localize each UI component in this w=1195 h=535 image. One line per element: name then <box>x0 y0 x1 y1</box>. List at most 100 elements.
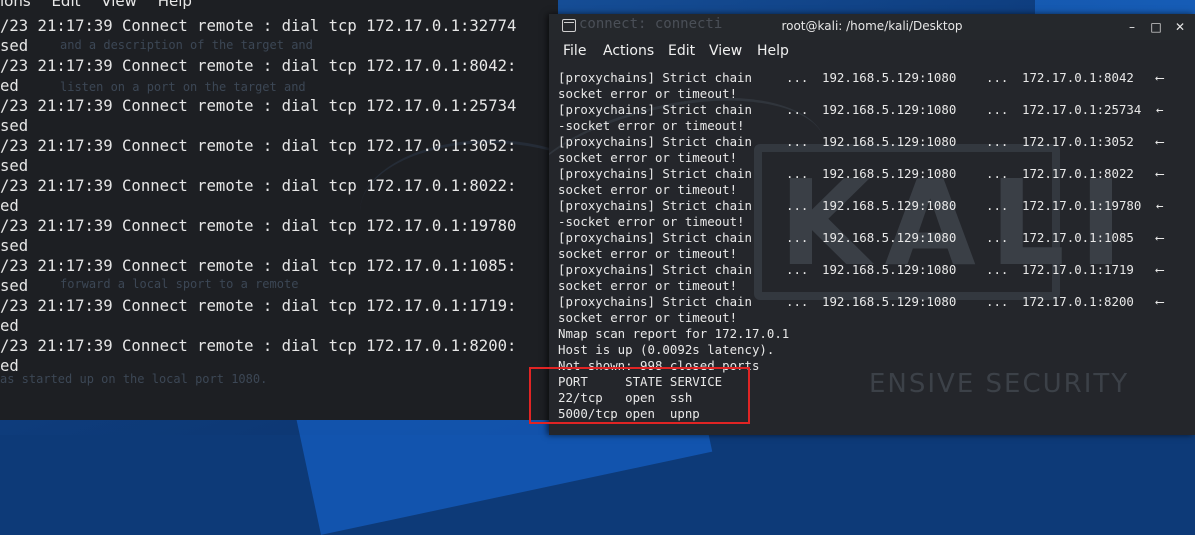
arrow-icon: ⟵ <box>1156 262 1164 277</box>
minimize-icon[interactable]: – <box>1125 20 1139 34</box>
chain-dots: ... <box>786 102 809 117</box>
chain-dots: ... <box>986 102 1009 117</box>
chain-dots: ... <box>986 198 1009 213</box>
output-line: ed <box>0 77 19 95</box>
chain-dots: ... <box>786 262 809 277</box>
chain-label: [proxychains] Strict chain <box>558 134 752 149</box>
output-line: /23 21:17:39 Connect remote : dial tcp 1… <box>0 217 517 235</box>
proxy-address: 192.168.5.129:1080 <box>822 294 957 309</box>
output-line: sed <box>0 37 29 55</box>
error-line: socket error or timeout! <box>558 86 738 101</box>
error-line: socket error or timeout! <box>558 278 738 293</box>
menu-edit[interactable]: Edit <box>668 43 695 59</box>
chain-dots: ... <box>786 230 809 245</box>
menu-actions[interactable]: ions <box>0 0 31 10</box>
error-line: -socket error or timeout! <box>558 214 745 229</box>
chain-line: [proxychains] Strict chain... 192.168.5.1… <box>558 166 1195 182</box>
chain-dots: ... <box>986 262 1009 277</box>
chain-label: [proxychains] Strict chain <box>558 70 752 85</box>
target-address: 172.17.0.1:1085 <box>1022 230 1134 245</box>
left-terminal-window[interactable]: ions Edit View Help and a description of… <box>0 0 558 420</box>
menu-actions[interactable]: Actions <box>603 43 654 59</box>
chain-line: [proxychains] Strict chain... 192.168.5.1… <box>558 294 1195 310</box>
chain-line: [proxychains] Strict chain... 192.168.5.1… <box>558 198 1195 214</box>
proxy-address: 192.168.5.129:1080 <box>822 166 957 181</box>
chain-label: [proxychains] Strict chain <box>558 294 752 309</box>
output-line: /23 21:17:39 Connect remote : dial tcp 1… <box>0 297 517 315</box>
proxy-address: 192.168.5.129:1080 <box>822 102 957 117</box>
chain-line: [proxychains] Strict chain... 192.168.5.1… <box>558 70 1195 86</box>
output-line: ed <box>0 197 19 215</box>
scrollbar[interactable] <box>1190 70 1194 430</box>
chain-label: [proxychains] Strict chain <box>558 230 752 245</box>
arrow-icon: ⟵ <box>1156 294 1164 309</box>
chain-line: [proxychains] Strict chain... 192.168.5.1… <box>558 134 1195 150</box>
menu-view[interactable]: View <box>709 43 742 59</box>
arrow-icon: ⟵ <box>1156 166 1164 181</box>
chain-dots: ... <box>786 70 809 85</box>
chain-line: [proxychains] Strict chain... 192.168.5.1… <box>558 230 1195 246</box>
output-line: ed <box>0 317 19 335</box>
chain-dots: ... <box>986 134 1009 149</box>
proxy-address: 192.168.5.129:1080 <box>822 198 957 213</box>
menu-help[interactable]: Help <box>757 43 789 59</box>
target-address: 172.17.0.1:8022 <box>1022 166 1134 181</box>
nmap-report: Nmap scan report for 172.17.0.1 <box>558 326 790 341</box>
chain-label: [proxychains] Strict chain <box>558 102 752 117</box>
output-line: sed <box>0 237 29 255</box>
arrow-icon: ← <box>1156 102 1164 117</box>
output-line: /23 21:17:39 Connect remote : dial tcp 1… <box>0 137 517 155</box>
chain-line: [proxychains] Strict chain... 192.168.5.1… <box>558 262 1195 278</box>
arrow-icon: ⟵ <box>1156 70 1164 85</box>
output-line: sed <box>0 277 29 295</box>
maximize-icon[interactable]: □ <box>1149 20 1163 34</box>
menubar: File Actions Edit View Help <box>549 40 1195 64</box>
output-line: /23 21:17:39 Connect remote : dial tcp 1… <box>0 57 517 75</box>
chain-dots: ... <box>986 294 1009 309</box>
output-line: sed <box>0 117 29 135</box>
chain-line: [proxychains] Strict chain... 192.168.5.1… <box>558 102 1195 118</box>
proxy-address: 192.168.5.129:1080 <box>822 134 957 149</box>
left-terminal-menubar: ions Edit View Help <box>0 0 208 12</box>
output-line: /23 21:17:39 Connect remote : dial tcp 1… <box>0 337 517 355</box>
menu-view[interactable]: View <box>101 0 137 10</box>
chain-label: [proxychains] Strict chain <box>558 198 752 213</box>
target-address: 172.17.0.1:19780 <box>1022 198 1142 213</box>
window-title: root@kali: /home/kali/Desktop <box>781 19 963 33</box>
chain-label: [proxychains] Strict chain <box>558 166 752 181</box>
error-line: socket error or timeout! <box>558 150 738 165</box>
output-line: /23 21:17:39 Connect remote : dial tcp 1… <box>0 257 517 275</box>
menu-file[interactable]: File <box>563 43 586 59</box>
highlight-box <box>529 367 750 424</box>
menu-edit[interactable]: Edit <box>51 0 80 10</box>
arrow-icon: ⟵ <box>1156 134 1164 149</box>
chain-dots: ... <box>786 134 809 149</box>
target-address: 172.17.0.1:25734 <box>1022 102 1142 117</box>
proxy-address: 192.168.5.129:1080 <box>822 230 957 245</box>
chain-dots: ... <box>986 166 1009 181</box>
target-address: 172.17.0.1:8042 <box>1022 70 1134 85</box>
chain-dots: ... <box>786 198 809 213</box>
error-line: socket error or timeout! <box>558 246 738 261</box>
nmap-host: Host is up (0.0092s latency). <box>558 342 775 357</box>
output-line: ed <box>0 357 19 375</box>
output-line: sed <box>0 157 29 175</box>
arrow-icon: ⟵ <box>1156 230 1164 245</box>
error-line: socket error or timeout! <box>558 310 738 325</box>
proxy-address: 192.168.5.129:1080 <box>822 262 957 277</box>
target-address: 172.17.0.1:1719 <box>1022 262 1134 277</box>
arrow-icon: ← <box>1156 198 1164 213</box>
error-line: socket error or timeout! <box>558 182 738 197</box>
left-terminal-output: /23 21:17:39 Connect remote : dial tcp 1… <box>0 16 516 376</box>
chain-dots: ... <box>986 230 1009 245</box>
menu-help[interactable]: Help <box>158 0 192 10</box>
close-icon[interactable]: ✕ <box>1173 20 1187 34</box>
error-line: -socket error or timeout! <box>558 118 745 133</box>
proxy-address: 192.168.5.129:1080 <box>822 70 957 85</box>
output-line: /23 21:17:39 Connect remote : dial tcp 1… <box>0 177 517 195</box>
title-bar[interactable]: connect: connecti root@kali: /home/kali/… <box>549 14 1195 40</box>
chain-dots: ... <box>786 166 809 181</box>
chain-dots: ... <box>786 294 809 309</box>
output-line: /23 21:17:39 Connect remote : dial tcp 1… <box>0 97 517 115</box>
chain-dots: ... <box>986 70 1009 85</box>
